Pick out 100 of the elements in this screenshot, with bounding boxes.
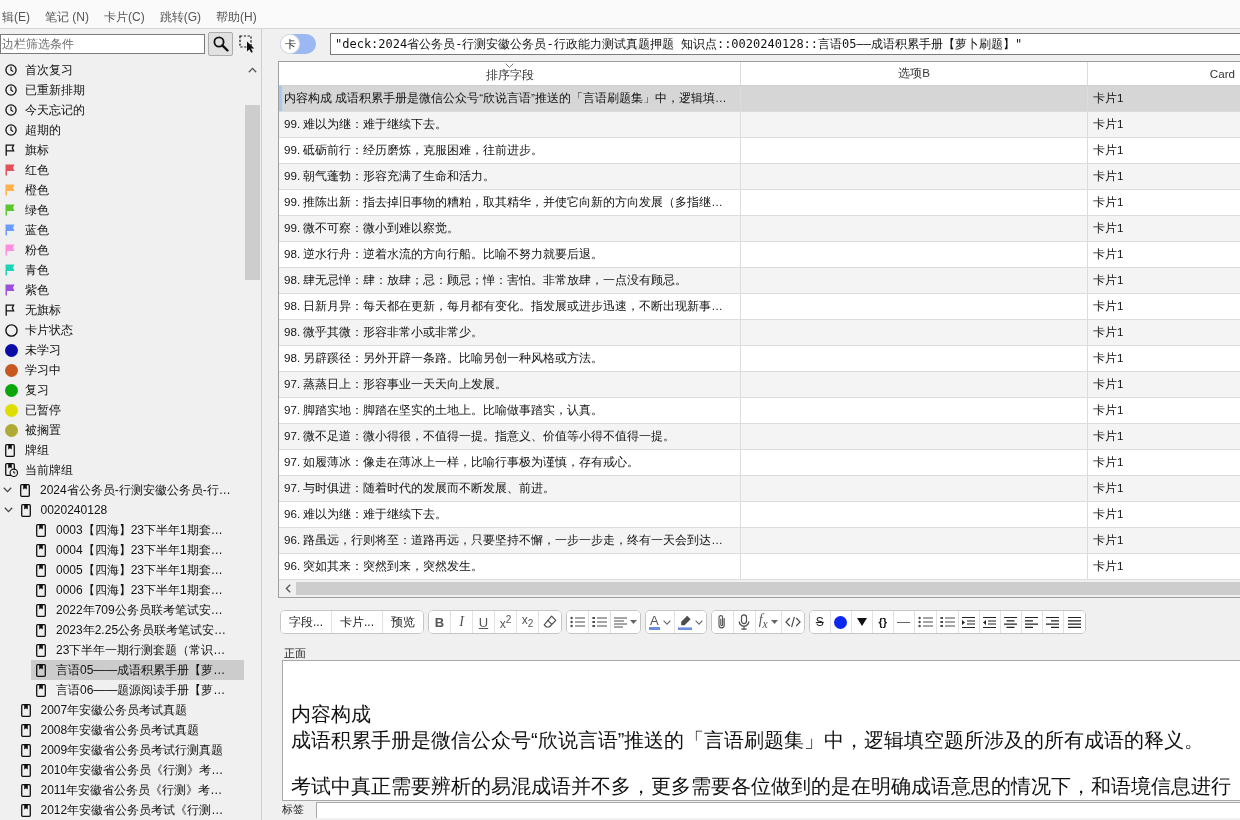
sidebar-item[interactable]: 旗标	[0, 140, 244, 160]
sidebar-item[interactable]: 0003【四海】23下半年1期套…	[31, 520, 244, 540]
sidebar-item[interactable]: 卡片状态	[0, 320, 244, 340]
sidebar-item[interactable]: 牌组	[0, 440, 244, 460]
sidebar-item[interactable]: 已暂停	[0, 400, 244, 420]
sidebar-item[interactable]: 2012年安徽省公务员考试《行测…	[15, 800, 244, 820]
table-row[interactable]: 97. 与时俱进：随着时代的发展而不断发展、前进。 卡片1	[279, 476, 1240, 502]
table-cell-text: 卡片1	[1092, 168, 1125, 184]
sidebar-item[interactable]: 蓝色	[0, 220, 244, 240]
mode-switch[interactable]: 卡	[280, 34, 316, 54]
table-cell-text: 卡片1	[1092, 116, 1125, 132]
deck-icon	[36, 563, 46, 577]
search-field[interactable]: "deck:2024省公务员-行测安徽公务员-行政能力测试真题押题 知识点::0020240128::言语05——成语积累手册【萝卜刷题】"	[330, 33, 1240, 55]
table-cell-text: 卡片1	[1092, 90, 1125, 106]
table-cell-text: 卡片1	[1092, 558, 1125, 574]
menu-item[interactable]: 跳转(G)	[159, 8, 201, 26]
sidebar-item[interactable]: 橙色	[0, 180, 244, 200]
scrollbar-thumb[interactable]	[296, 582, 1240, 595]
sidebar-item[interactable]: 2009年安徽省公务员考试行测真题	[15, 740, 244, 760]
table-row[interactable]: 内容构成 成语积累手册是微信公众号“欣说言语”推送的「言语刷题集」中，逻辑填… 卡片1	[279, 86, 1240, 112]
table-row[interactable]: 98. 逆水行舟：逆着水流的方向行船。比喻不努力就要后退。 卡片1	[279, 242, 1240, 268]
attach-button[interactable]	[711, 611, 734, 633]
table-row[interactable]: 99. 微不可察：微小到难以察觉。 卡片1	[279, 216, 1240, 242]
align-center-icon	[1004, 616, 1018, 628]
sidebar-item[interactable]: 言语06——题源阅读手册【萝…	[31, 680, 244, 700]
sidebar-item[interactable]: 青色	[0, 260, 244, 280]
sidebar-item[interactable]: 0006【四海】23下半年1期套…	[31, 580, 244, 600]
menu-item[interactable]: 卡片(C)	[104, 8, 145, 26]
deck-icon	[20, 783, 31, 797]
sidebar-item[interactable]: 23下半年一期行测套题（常识…	[31, 640, 244, 660]
sidebar-item[interactable]: 未学习	[0, 340, 244, 360]
sidebar-item[interactable]: 绿色	[0, 200, 244, 220]
table-row[interactable]: 97. 脚踏实地：脚踏在坚实的土地上。比喻做事踏实，认真。 卡片1	[279, 398, 1240, 424]
chevron-down-icon[interactable]	[3, 507, 13, 513]
sidebar-item[interactable]: 2008年安徽省公务员考试真题	[15, 720, 244, 740]
sidebar-item[interactable]: 0020240128	[15, 500, 244, 520]
sidebar-item[interactable]: 学习中	[0, 360, 244, 380]
sidebar-item[interactable]: 被搁置	[0, 420, 244, 440]
table-row[interactable]: 98. 另辟蹊径：另外开辟一条路。比喻另创一种风格或方法。 卡片1	[279, 346, 1240, 372]
align-left-icon	[1025, 616, 1039, 628]
sidebar-item[interactable]: 复习	[0, 380, 244, 400]
triangle-icon	[856, 618, 867, 626]
sidebar-item[interactable]: 2024省公务员-行测安徽公务员-行…	[15, 480, 244, 500]
sidebar-item[interactable]: 紫色	[0, 280, 244, 300]
deck-icon	[36, 643, 46, 657]
tags-field[interactable]	[316, 802, 1240, 818]
indent-icon	[962, 616, 976, 628]
table-row[interactable]: 98. 微乎其微：形容非常小或非常少。 卡片1	[279, 320, 1240, 346]
scroll-up-icon[interactable]	[248, 67, 257, 73]
strikethrough-button[interactable]: S	[809, 611, 831, 633]
bold-button[interactable]: B	[429, 611, 452, 633]
table-row[interactable]: 96. 路虽远，行则将至：道路再远，只要坚持不懈，一步一步走，终有一天会到达… 卡片1	[279, 528, 1240, 554]
sidebar-item[interactable]: 0004【四海】23下半年1期套…	[31, 540, 244, 560]
deck-icon	[20, 703, 31, 717]
sidebar-item[interactable]: 首次复习	[0, 60, 244, 80]
sidebar-item[interactable]: 粉色	[0, 240, 244, 260]
sidebar-item[interactable]: 2022年709公务员联考笔试安…	[31, 600, 244, 620]
scroll-left-icon[interactable]	[284, 584, 291, 593]
menu-item[interactable]: 笔记 (N)	[45, 8, 89, 26]
sidebar-item[interactable]: 0005【四海】23下半年1期套…	[31, 560, 244, 580]
search-button[interactable]	[208, 32, 233, 56]
sidebar-item[interactable]: 2011年安徽省公务员《行测》考…	[15, 780, 244, 800]
table-row[interactable]: 99. 推陈出新：指去掉旧事物的糟粕，取其精华，并使它向新的方向发展（多指继… 卡片1	[279, 190, 1240, 216]
sidebar-item[interactable]: 超期的	[0, 120, 244, 140]
deck-icon	[36, 583, 46, 597]
scrollbar-thumb[interactable]	[245, 105, 260, 280]
table-cell-text: 卡片1	[1092, 480, 1125, 496]
filter-field[interactable]: 边栏筛选条件	[0, 34, 205, 54]
sidebar-item[interactable]: 已重新排期	[0, 80, 244, 100]
table-row[interactable]: 99. 朝气蓬勃：形容充满了生命和活力。 卡片1	[279, 164, 1240, 190]
sidebar-item[interactable]: 红色	[0, 160, 244, 180]
table-row[interactable]: 97. 蒸蒸日上：形容事业一天天向上发展。 卡片1	[279, 372, 1240, 398]
table-cell-text: 卡片1	[1092, 428, 1125, 444]
table-row[interactable]: 97. 微不足道：微小得很，不值得一提。指意义、价值等小得不值得一提。 卡片1	[279, 424, 1240, 450]
selection-cursor-icon[interactable]	[239, 35, 257, 53]
menu-item[interactable]: 帮助(H)	[216, 8, 257, 26]
numbered-list-button[interactable]	[589, 611, 612, 633]
sidebar-item[interactable]: 当前牌组	[0, 460, 244, 480]
column-header[interactable]: 排序字段	[279, 62, 741, 86]
table-row[interactable]: 96. 难以为继：难于继续下去。 卡片1	[279, 502, 1240, 528]
column-header[interactable]: 选项B	[741, 62, 1088, 86]
table-row[interactable]: 98. 肆无忌惮：肆：放肆；忌：顾忌；惮：害怕。非常放肆，一点没有顾忌。 卡片1	[279, 268, 1240, 294]
sidebar-item[interactable]: 无旗标	[0, 300, 244, 320]
sidebar-item[interactable]: 言语05——成语积累手册【萝…	[31, 660, 244, 680]
sidebar-item[interactable]: 2007年安徽公务员考试真题	[15, 700, 244, 720]
table-row[interactable]: 96. 突如其来：突然到来，突然发生。 卡片1	[279, 554, 1240, 580]
sidebar-item[interactable]: 今天忘记的	[0, 100, 244, 120]
table-row[interactable]: 97. 如履薄冰：像走在薄冰上一样，比喻行事极为谨慎，存有戒心。 卡片1	[279, 450, 1240, 476]
menu-item[interactable]: 辑(E)	[2, 8, 30, 26]
sidebar-item[interactable]: 2023年2.25公务员联考笔试安…	[31, 620, 244, 640]
sidebar-item[interactable]: 2010年安徽省公务员《行测》考…	[15, 760, 244, 780]
table-cell: 98. 逆水行舟：逆着水流的方向行船。比喻不努力就要后退。	[279, 242, 741, 267]
editor-field[interactable]: 内容构成 成语积累手册是微信公众号“欣说言语”推送的「言语刷题集」中，逻辑填空题所涉及的所有成语的释义。 考试中真正需要辨析的易混成语并不多，更多需要各位做到的是在明确成语意思的情况下，和语境信息进行	[282, 660, 1240, 801]
toolbar-button[interactable]: 字段...	[281, 611, 332, 633]
table-row[interactable]: 99. 砥砺前行：经历磨炼，克服困难，往前进步。 卡片1	[279, 138, 1240, 164]
text-color-button[interactable]: A	[646, 611, 675, 633]
table-cell: 99. 朝气蓬勃：形容充满了生命和活力。	[279, 164, 741, 189]
table-row[interactable]: 99. 难以为继：难于继续下去。 卡片1	[279, 112, 1240, 138]
table-row[interactable]: 98. 日新月异：每天都在更新，每月都有变化。指发展或进步迅速，不断出现新事… 卡片1	[279, 294, 1240, 320]
chevron-down-icon[interactable]	[3, 487, 12, 493]
